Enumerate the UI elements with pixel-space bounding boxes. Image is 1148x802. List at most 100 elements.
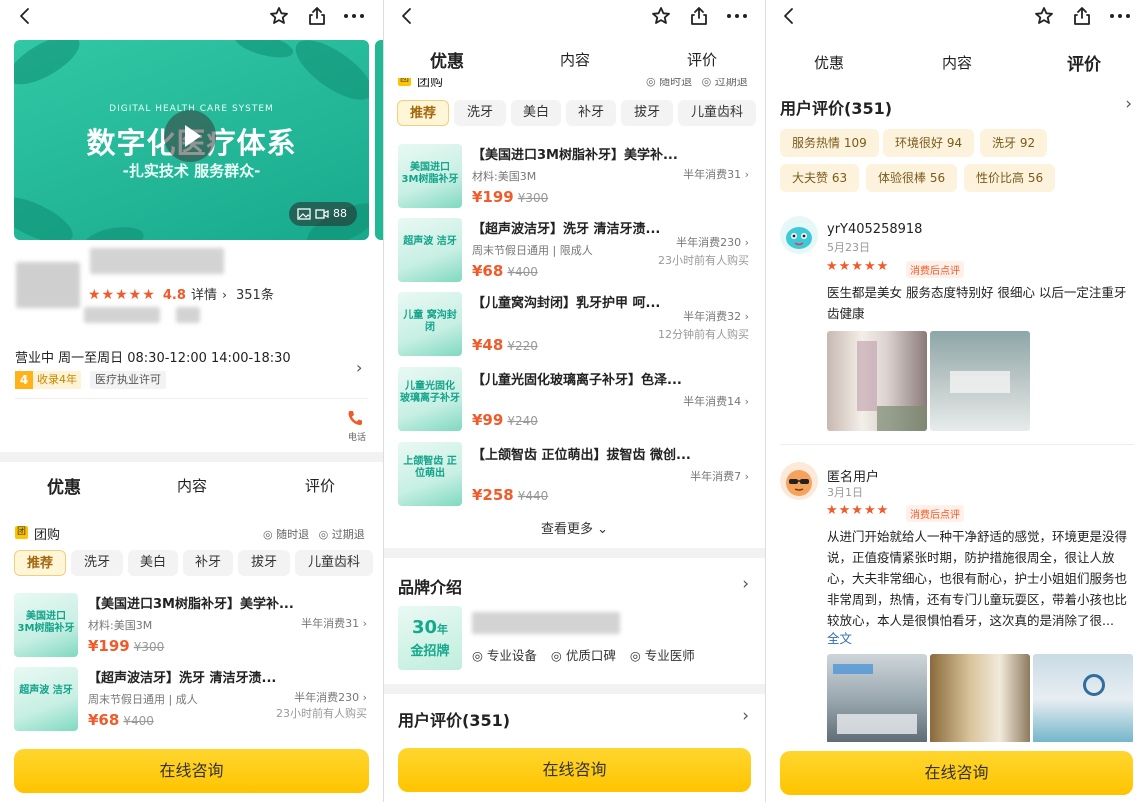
share-icon[interactable]: [306, 5, 328, 27]
promo-video[interactable]: DIGITAL HEALTH CARE SYSTEM 数字化医疗体系 -扎实技术…: [14, 40, 369, 240]
review-tag[interactable]: 洗牙 92: [980, 129, 1048, 157]
chip-kids-dental[interactable]: 儿童齿科: [295, 550, 373, 576]
chevron-right-icon[interactable]: ›: [742, 574, 749, 594]
phone-icon[interactable]: [346, 409, 366, 427]
chevron-right-icon[interactable]: ›: [742, 706, 749, 726]
chip-filling[interactable]: 补牙: [566, 100, 616, 126]
online-consult-button[interactable]: 在线咨询: [14, 749, 369, 793]
section-tabs: 优惠 内容 评价: [384, 47, 765, 77]
deal-thumbnail: 美国进口 3M树脂补牙: [14, 593, 78, 657]
chevron-right-icon[interactable]: ›: [1125, 94, 1132, 114]
review-tag[interactable]: 环境很好 94: [883, 129, 975, 157]
more-icon[interactable]: [344, 14, 366, 18]
review-date: 5月23日: [827, 241, 870, 254]
review-photo[interactable]: [827, 654, 927, 744]
tab-reviews[interactable]: 评价: [687, 49, 717, 70]
chip-filling[interactable]: 补牙: [183, 550, 233, 576]
deal-subtitle: 周末节假日通用 | 限成人: [472, 244, 593, 257]
video-slogan: -扎实技术 服务群众-: [122, 162, 261, 180]
screen-offers: 优惠 内容 评价 团 团购 ◎ 随时退 ◎ 过期退 推荐 洗牙 美白 补牙 拔牙…: [384, 0, 765, 802]
media-count-badge[interactable]: 88: [289, 202, 357, 226]
star-favorite-icon[interactable]: [1033, 5, 1055, 27]
review-photo[interactable]: [930, 654, 1030, 744]
tab-content[interactable]: 内容: [942, 52, 972, 73]
back-icon[interactable]: [396, 5, 418, 27]
more-icon[interactable]: [727, 14, 749, 18]
tab-content[interactable]: 内容: [177, 475, 207, 496]
review-text: 从进门开始就给人一种干净舒适的感觉，环境更是没得说，正值疫情紧张时期，防护措施很…: [827, 529, 1128, 628]
deal-title: 【上颌智齿 正位萌出】拔智齿 微创...: [472, 448, 691, 463]
review-tag[interactable]: 体验很棒 56: [866, 164, 958, 192]
years-badge: 4 收录4年: [15, 371, 81, 389]
star-favorite-icon[interactable]: [650, 5, 672, 27]
group-buy-label: 团购: [417, 78, 444, 90]
deal-price: ¥199 ¥300: [88, 637, 165, 655]
group-buy-header-clipped: 团 团购 ◎ 随时退 ◎ 过期退: [384, 78, 765, 92]
back-icon[interactable]: [14, 5, 36, 27]
share-icon[interactable]: [688, 5, 710, 27]
avatar[interactable]: [780, 462, 818, 500]
review-tag[interactable]: 大夫赞 63: [780, 164, 860, 192]
review-tag[interactable]: 性价比高 56: [964, 164, 1056, 192]
deal-sold-count: 半年消费32 ›: [683, 310, 749, 323]
review-photo[interactable]: [827, 331, 927, 431]
online-consult-button[interactable]: 在线咨询: [780, 751, 1133, 795]
online-consult-button[interactable]: 在线咨询: [398, 748, 751, 792]
deal-item[interactable]: 超声波 洁牙 【超声波洁牙】洗牙 清洁牙渍... 周末节假日通用 | 成人 ¥6…: [0, 667, 383, 739]
video-icon: [315, 209, 329, 219]
tab-offers[interactable]: 优惠: [430, 47, 464, 73]
deal-item[interactable]: 儿童 窝沟封闭 【儿童窝沟封闭】乳牙护甲 呵... ¥48 ¥220 半年消费32…: [384, 292, 765, 364]
avatar[interactable]: [780, 216, 818, 254]
chip-whitening[interactable]: 美白: [511, 100, 561, 126]
review-verified-badge: 消费后点评: [906, 261, 964, 278]
deal-title: 【超声波洁牙】洗牙 清洁牙渍...: [88, 671, 277, 686]
deal-price: ¥258 ¥440: [472, 486, 549, 504]
more-icon[interactable]: [1110, 14, 1132, 18]
review-photo[interactable]: [1033, 654, 1133, 744]
tab-reviews[interactable]: 评价: [305, 475, 335, 496]
check-circle-icon: ◎: [646, 78, 656, 88]
deal-thumbnail: 上颌智齿 正位萌出: [398, 442, 462, 506]
review-photo[interactable]: [930, 331, 1030, 431]
share-icon[interactable]: [1071, 5, 1093, 27]
license-badge[interactable]: 医疗执业许可: [90, 371, 166, 389]
deal-sold-count: 半年消费230 ›: [294, 691, 367, 704]
chip-extraction[interactable]: 拔牙: [621, 100, 673, 126]
tab-offers[interactable]: 优惠: [814, 52, 844, 73]
deal-item[interactable]: 上颌智齿 正位萌出 【上颌智齿 正位萌出】拔智齿 微创... ¥258 ¥440 …: [384, 442, 765, 514]
chip-cleaning[interactable]: 洗牙: [71, 550, 123, 576]
deal-subtitle: 材料:美国3M: [88, 619, 153, 632]
deal-item[interactable]: 儿童光固化 玻璃离子补牙 【儿童光固化玻璃离子补牙】色泽... ¥99 ¥240 …: [384, 367, 765, 439]
chip-recommend[interactable]: 推荐: [14, 550, 66, 576]
tab-reviews[interactable]: 评价: [1067, 50, 1101, 76]
reviewer-name: 匿名用户: [827, 470, 880, 485]
deal-thumbnail: 超声波 洁牙: [398, 218, 462, 282]
reviews-section-title: 用户评价(351): [398, 711, 511, 730]
read-full-link[interactable]: 全文: [827, 628, 852, 647]
chip-whitening[interactable]: 美白: [128, 550, 178, 576]
chip-cleaning[interactable]: 洗牙: [454, 100, 506, 126]
business-hours: 营业中 周一至周日 08:30-12:00 14:00-18:30: [15, 351, 291, 366]
refund-expired: 过期退: [331, 528, 365, 541]
back-icon[interactable]: [778, 5, 800, 27]
chip-extraction[interactable]: 拔牙: [238, 550, 290, 576]
play-icon[interactable]: [164, 110, 216, 162]
chip-recommend[interactable]: 推荐: [397, 100, 449, 126]
tab-offers[interactable]: 优惠: [47, 473, 81, 499]
deal-title: 【儿童窝沟封闭】乳牙护甲 呵...: [472, 296, 661, 311]
see-more-button[interactable]: 查看更多 ⌄: [384, 518, 765, 537]
review-tag[interactable]: 服务热情 109: [780, 129, 879, 157]
deal-item[interactable]: 美国进口 3M树脂补牙 【美国进口3M树脂补牙】美学补... 材料:美国3M ¥…: [384, 144, 765, 216]
deal-sold-count: 半年消费7 ›: [690, 470, 749, 483]
rating-stars: ★★★★★: [88, 287, 156, 303]
check-circle-icon: ◎: [263, 528, 273, 541]
phone-label: 电话: [348, 433, 367, 443]
deal-item[interactable]: 超声波 洁牙 【超声波洁牙】洗牙 清洁牙渍... 周末节假日通用 | 限成人 ¥…: [384, 218, 765, 290]
tab-content[interactable]: 内容: [560, 49, 590, 70]
deal-item[interactable]: 美国进口 3M树脂补牙 【美国进口3M树脂补牙】美学补... 材料:美国3M ¥…: [0, 593, 383, 665]
chip-kids-dental[interactable]: 儿童齿科: [678, 100, 756, 126]
rating-row[interactable]: ★★★★★ 4.8 详情 › 351条: [88, 284, 274, 303]
star-favorite-icon[interactable]: [268, 5, 290, 27]
store-name: [90, 248, 224, 274]
chevron-right-icon[interactable]: ›: [356, 358, 362, 377]
